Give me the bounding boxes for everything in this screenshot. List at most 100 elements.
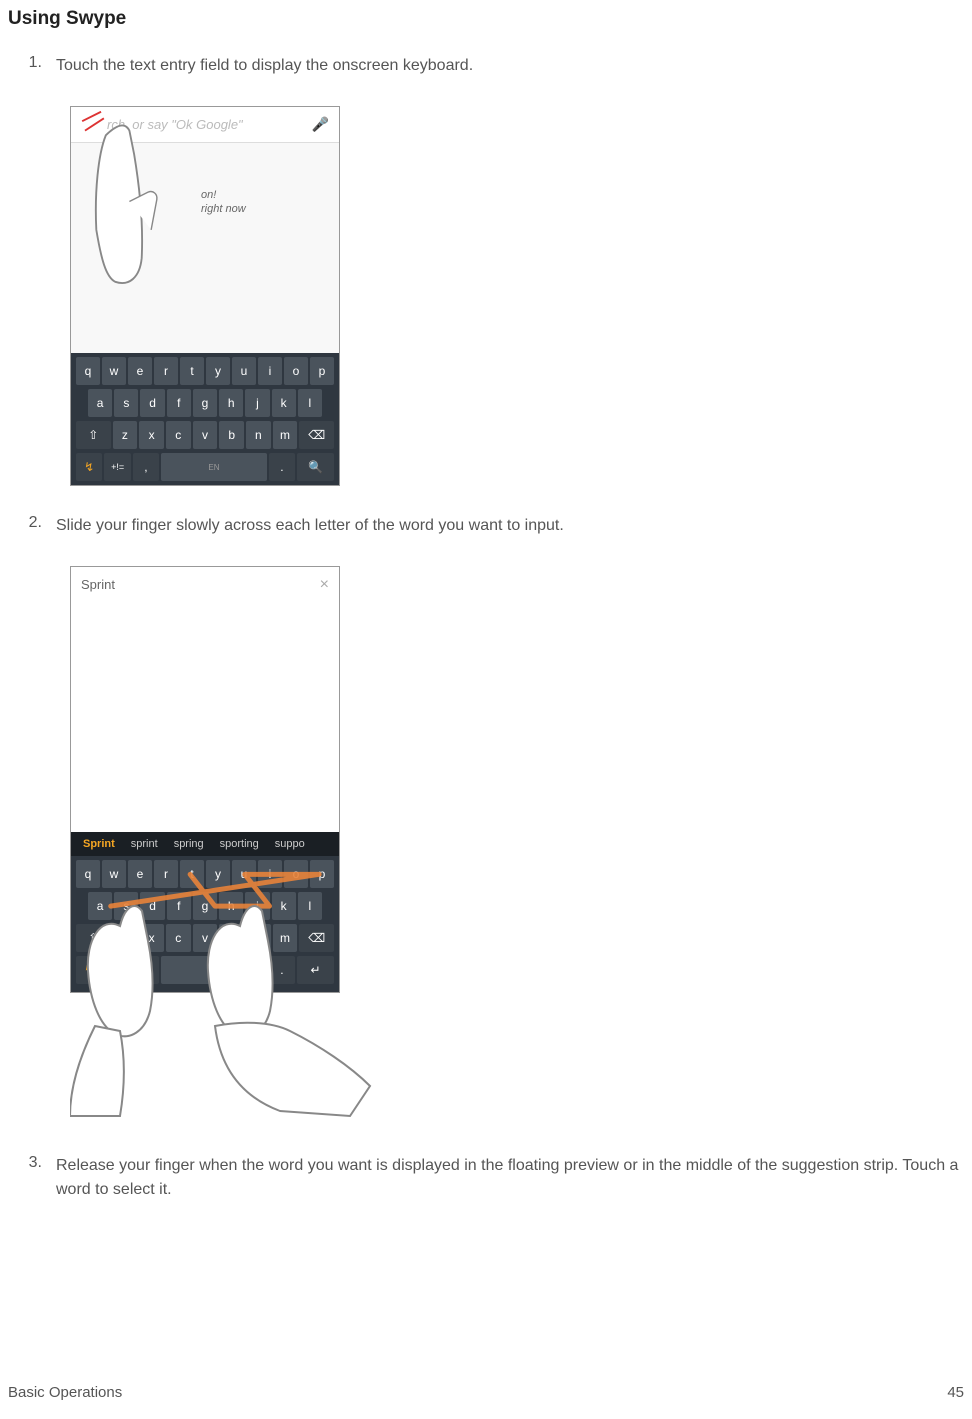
key-o: o	[284, 860, 308, 888]
step-2: 2. Slide your finger slowly across each …	[8, 514, 964, 538]
key-i: i	[258, 860, 282, 888]
step-1: 1. Touch the text entry field to display…	[8, 54, 964, 78]
content-pane: No on! right now	[71, 143, 339, 353]
key-b: b	[219, 421, 244, 449]
key-a: a	[88, 892, 112, 920]
section-title: Using Swype	[8, 8, 964, 30]
key-z: z	[113, 924, 138, 952]
kb2-row-3: ⇧ z x c v b n m ⌫	[75, 924, 335, 952]
page-number: 45	[947, 1384, 964, 1401]
search-bar: rch, or say "Ok Google" 🎤	[71, 107, 339, 143]
key-y: y	[206, 357, 230, 385]
kb2-row-2: a s d f g h j k l	[75, 892, 335, 920]
key-k: k	[272, 389, 296, 417]
key-t: t	[180, 357, 204, 385]
key-z: z	[113, 421, 138, 449]
key-m: m	[273, 421, 298, 449]
key-s: s	[114, 892, 138, 920]
key-swype: ↯	[76, 453, 102, 481]
key-l: l	[298, 892, 322, 920]
suggestion: spring	[166, 838, 212, 850]
key-symbols: +!=	[104, 956, 130, 984]
key-v: v	[193, 421, 218, 449]
key-x: x	[139, 924, 164, 952]
kb-row-4: ↯ +!= , EN . 🔍	[75, 453, 335, 481]
text-field: Sprint ×	[70, 566, 340, 602]
key-j: j	[245, 389, 269, 417]
key-q: q	[76, 860, 100, 888]
bubble-rightnow: right now	[201, 203, 246, 215]
key-r: r	[154, 860, 178, 888]
figure-1: rch, or say "Ok Google" 🎤 No on! right n…	[70, 106, 964, 486]
key-l: l	[298, 389, 322, 417]
key-space: EN	[161, 453, 267, 481]
key-backspace: ⌫	[299, 924, 334, 952]
key-n: n	[246, 924, 271, 952]
suggestion: sprint	[123, 838, 166, 850]
step-number: 3.	[8, 1154, 56, 1172]
key-e: e	[128, 357, 152, 385]
key-i: i	[258, 357, 282, 385]
step-text: Release your finger when the word you wa…	[56, 1154, 964, 1202]
search-placeholder: rch, or say "Ok Google"	[107, 117, 243, 132]
key-h: h	[219, 892, 243, 920]
key-e: e	[128, 860, 152, 888]
key-c: c	[166, 421, 191, 449]
key-search: 🔍	[297, 453, 334, 481]
keyboard: q w e r t y u i o p a s d f g h	[71, 353, 339, 485]
footer-section: Basic Operations	[8, 1384, 122, 1401]
key-f: f	[167, 389, 191, 417]
key-u: u	[232, 357, 256, 385]
key-enter: ↵	[297, 956, 334, 984]
key-m: m	[273, 924, 298, 952]
key-p: p	[310, 357, 334, 385]
key-p: p	[310, 860, 334, 888]
key-v: v	[193, 924, 218, 952]
step-number: 1.	[8, 54, 56, 72]
key-space	[161, 956, 267, 984]
key-shift: ⇧	[76, 421, 111, 449]
key-j: j	[245, 892, 269, 920]
key-r: r	[154, 357, 178, 385]
key-k: k	[272, 892, 296, 920]
key-w: w	[102, 357, 126, 385]
key-a: a	[88, 389, 112, 417]
content-blank	[70, 602, 340, 832]
key-g: g	[193, 389, 217, 417]
step-number: 2.	[8, 514, 56, 532]
suggestion-active: Sprint	[75, 838, 123, 850]
key-swype: ↯	[76, 956, 102, 984]
bubble-no: No	[117, 201, 131, 213]
kb2-row-1: q w e r t y u i o p	[75, 860, 335, 888]
keyboard-2: q w e r t y u i o p a s d f g h	[70, 856, 340, 993]
key-g: g	[193, 892, 217, 920]
kb2-row-4: ↯ +!= , . ↵	[75, 956, 335, 984]
key-t: t	[180, 860, 204, 888]
page-footer: Basic Operations 45	[8, 1384, 964, 1401]
bubble-on: on!	[201, 189, 216, 201]
step-text: Slide your finger slowly across each let…	[56, 514, 964, 538]
clear-icon: ×	[320, 576, 329, 594]
key-u: u	[232, 860, 256, 888]
suggestion: suppo	[267, 838, 313, 850]
suggestion-strip: Sprint sprint spring sporting suppo	[70, 832, 340, 856]
typed-text: Sprint	[81, 577, 115, 592]
key-b: b	[219, 924, 244, 952]
key-d: d	[140, 389, 164, 417]
step-text: Touch the text entry field to display th…	[56, 54, 964, 78]
key-w: w	[102, 860, 126, 888]
key-f: f	[167, 892, 191, 920]
key-period: .	[269, 956, 295, 984]
phone-mockup-1: rch, or say "Ok Google" 🎤 No on! right n…	[70, 106, 340, 486]
key-d: d	[140, 892, 164, 920]
key-c: c	[166, 924, 191, 952]
phone-mockup-2: Sprint × Sprint sprint spring sporting s…	[70, 566, 340, 993]
key-backspace: ⌫	[299, 421, 334, 449]
key-n: n	[246, 421, 271, 449]
key-h: h	[219, 389, 243, 417]
mic-icon: 🎤	[312, 116, 329, 133]
key-shift: ⇧	[76, 924, 111, 952]
key-o: o	[284, 357, 308, 385]
key-symbols: +!=	[104, 453, 130, 481]
kb-row-1: q w e r t y u i o p	[75, 357, 335, 385]
